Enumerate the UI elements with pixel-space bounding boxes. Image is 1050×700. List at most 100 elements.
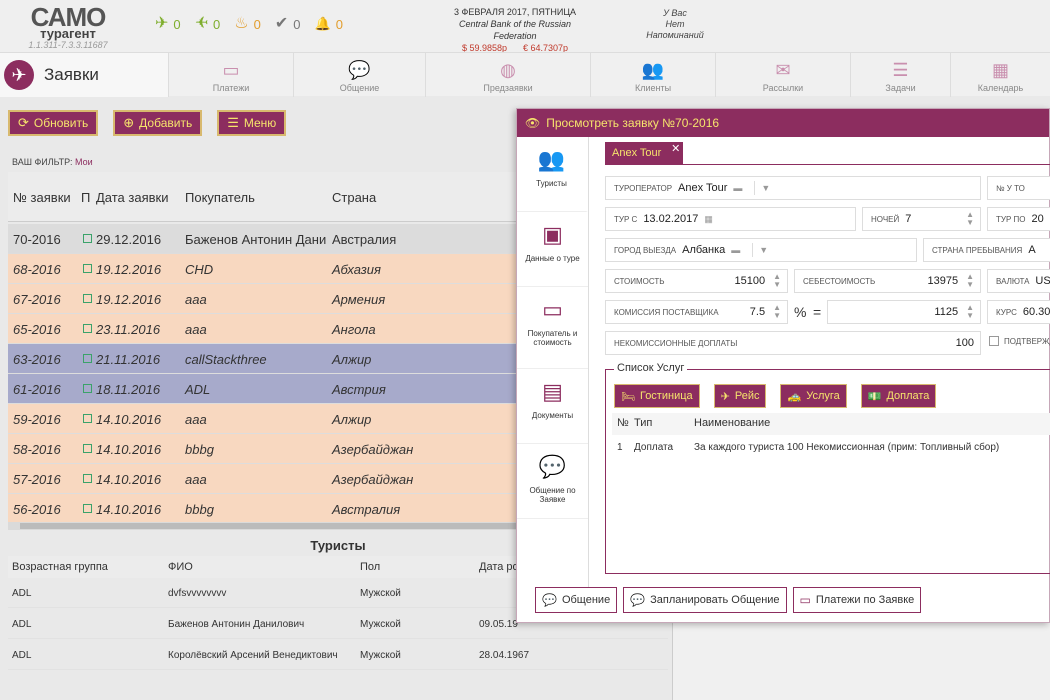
sidebar-item-buyer-cost[interactable]: ▭ Покупатель и стоимость <box>517 287 588 369</box>
checkbox-icon[interactable] <box>83 234 92 243</box>
card-icon: ▭ <box>799 593 811 607</box>
checkbox-icon[interactable] <box>83 324 92 333</box>
col-sex[interactable]: Пол <box>360 561 380 573</box>
col-country[interactable]: Страна <box>332 190 376 205</box>
stepper-icon[interactable]: ▲ ▼ <box>966 304 974 320</box>
refresh-button[interactable]: ⟳ Обновить <box>8 110 99 136</box>
stepper-icon[interactable]: ▲ ▼ <box>773 304 781 320</box>
country-name: Австрия <box>332 382 386 397</box>
chat-button[interactable]: 💬 Общение <box>535 587 618 613</box>
tour-to-field[interactable]: Тур по 20 <box>987 207 1050 231</box>
departure-city-field[interactable]: Город выезда Албанка ▬ ▼ <box>605 238 917 262</box>
noncommission-field[interactable]: Некомиссионные доплаты 100 <box>605 331 981 355</box>
list-item[interactable]: ADL Королёвский Арсений Венедиктович Мужск… <box>8 640 668 670</box>
sidebar-item-tourists[interactable]: 👥 Туристы <box>517 137 588 212</box>
stepper-icon[interactable]: ▲ ▼ <box>966 273 974 289</box>
add-service-button[interactable]: 🚕 Услуга <box>780 384 847 408</box>
chevron-down-icon[interactable]: ▼ <box>761 183 770 193</box>
checkbox-icon[interactable] <box>83 384 92 393</box>
close-icon[interactable]: ✕ <box>671 142 680 155</box>
cost-field[interactable]: Стоимость 15100 ▲ ▼ <box>605 269 788 293</box>
users-icon: 👥 <box>641 60 665 80</box>
nights-value: 7 <box>905 213 912 225</box>
nav-item-chat[interactable]: 💬 Общение <box>293 53 425 97</box>
operator-number-field[interactable]: № у то <box>987 176 1050 200</box>
nav-item-tasks[interactable]: ☰ Задачи <box>850 53 950 97</box>
service-row[interactable]: 1 Доплата За каждого туриста 100 Некомис… <box>612 438 1050 460</box>
col-p[interactable]: П <box>81 190 90 205</box>
col-service-type[interactable]: Тип <box>634 417 652 429</box>
checkbox-icon[interactable] <box>83 444 92 453</box>
filter[interactable]: ВАШ ФИЛЬТР: Мои <box>12 157 93 167</box>
buyer-name: ADL <box>185 382 211 397</box>
globe-icon: ✈ <box>4 60 34 90</box>
arrivals-counter[interactable]: ✈ 0 <box>195 15 221 32</box>
nights-field[interactable]: ночей 7 ▲ ▼ <box>862 207 981 231</box>
col-buyer[interactable]: Покупатель <box>185 190 255 205</box>
request-payments-button[interactable]: ▭ Платежи по Заявке <box>792 587 922 613</box>
menu-button[interactable]: ☰ Меню <box>217 110 287 136</box>
sidebar-item-request-chat[interactable]: 💬 Общение по Заявке <box>517 444 588 519</box>
request-date: 14.10.2016 <box>96 502 162 517</box>
check-icon: ✔ <box>274 15 289 32</box>
checkbox-icon[interactable] <box>83 354 92 363</box>
add-hotel-button[interactable]: 🛏 Гостиница <box>614 384 700 408</box>
modal-header[interactable]: 👁 Просмотреть заявку №70-2016 <box>517 109 1049 137</box>
sidebar-item-documents[interactable]: ▤ Документы <box>517 369 588 444</box>
stepper-icon[interactable]: ▲ ▼ <box>773 273 781 289</box>
checkbox-icon[interactable] <box>83 264 92 273</box>
col-age[interactable]: Возрастная группа <box>12 561 108 573</box>
selfcost-field[interactable]: Себестоимость 13975 ▲ ▼ <box>794 269 981 293</box>
sidebar-item-tour-data[interactable]: ▣ Данные о туре <box>517 212 588 287</box>
card-icon[interactable]: ▬ <box>731 245 740 255</box>
nav-item-mailings[interactable]: ✉ Рассылки <box>715 53 850 97</box>
commission-sum-field[interactable]: 1125 ▲ ▼ <box>827 300 981 324</box>
col-num[interactable]: № заявки <box>13 190 71 205</box>
request-number: 67-2016 <box>13 292 61 307</box>
nav-item-clients[interactable]: 👥 Клиенты <box>590 53 715 97</box>
col-dob[interactable]: Дата ро <box>479 561 519 573</box>
commission-field[interactable]: Комиссия поставщика 7.5 ▲ ▼ <box>605 300 788 324</box>
modal-footer: 💬 Общение 💬 Запланировать Общение ▭ Платежи… <box>535 587 922 613</box>
checkbox-icon[interactable] <box>83 294 92 303</box>
tasks-counter[interactable]: ✔ 0 <box>275 16 301 32</box>
chevron-down-icon[interactable]: ▼ <box>759 245 768 255</box>
add-button[interactable]: ⊕ Добавить <box>113 110 203 136</box>
nav-item-calendar[interactable]: ▦ Календарь <box>950 53 1050 97</box>
col-service-num[interactable]: № <box>617 417 629 429</box>
col-service-name[interactable]: Наименование <box>694 417 770 429</box>
calendar-icon[interactable]: ▦ <box>704 214 713 225</box>
nav-item-prerequests[interactable]: ◍ Предзаявки <box>425 53 590 97</box>
menu-icon: ☰ <box>227 115 239 130</box>
request-number: 68-2016 <box>13 262 61 277</box>
col-name[interactable]: ФИО <box>168 561 193 573</box>
departures-counter[interactable]: ✈ 0 <box>155 16 181 32</box>
checkbox-icon[interactable] <box>83 414 92 423</box>
confirm-checkbox[interactable]: Подтвержд <box>989 336 1050 346</box>
stepper-icon[interactable]: ▲ ▼ <box>966 211 974 227</box>
plan-chat-button[interactable]: 💬 Запланировать Общение <box>623 587 787 613</box>
add-flight-button[interactable]: ✈ Рейс <box>713 384 767 408</box>
checkbox-icon[interactable] <box>83 474 92 483</box>
operator-field[interactable]: Туроператор Anex Tour ▬ ▼ <box>605 176 981 200</box>
notifications-counter[interactable]: 🔔 0 <box>315 16 343 32</box>
tourist-sex: Мужской <box>360 650 401 661</box>
birthdays-counter[interactable]: ♨ 0 <box>234 16 261 32</box>
sidebar-label: Общение по Заявке <box>529 486 576 504</box>
tour-from-field[interactable]: Тур с 13.02.2017 ▦ <box>605 207 856 231</box>
nav-item-payments[interactable]: ▭ Платежи <box>168 53 293 97</box>
col-date[interactable]: Дата заявки <box>96 190 168 205</box>
checkbox-icon[interactable] <box>83 504 92 513</box>
tourist-name: Баженов Антонин Данилович <box>168 619 305 630</box>
card-icon[interactable]: ▬ <box>733 183 742 193</box>
add-surcharge-button[interactable]: 💵 Доплата <box>860 384 937 408</box>
checkbox-icon[interactable] <box>989 336 999 346</box>
currency-field[interactable]: Валюта US <box>987 269 1050 293</box>
logo[interactable]: САМО турагент 1.1.311-7.3.3.11687 <box>28 4 108 50</box>
tab-operator[interactable]: Anex Tour ✕ <box>605 142 684 164</box>
nav-item-requests[interactable]: ✈ Заявки <box>0 53 168 97</box>
rate-field[interactable]: Курс 60.30 <box>987 300 1050 324</box>
stay-country-field[interactable]: Страна пребывания А <box>923 238 1050 262</box>
arrivals-count: 0 <box>213 16 221 32</box>
reminders[interactable]: У Вас Нет Напоминаний <box>640 8 710 41</box>
